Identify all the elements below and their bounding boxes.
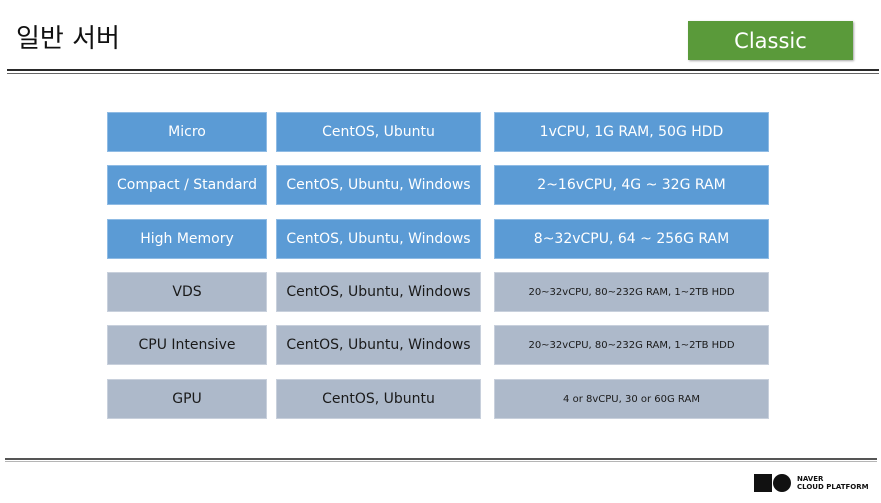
header-divider <box>7 69 879 71</box>
os-cell: CentOS, Ubuntu <box>276 112 481 152</box>
slide-title: 일반 서버 <box>16 24 120 54</box>
naver-logo-icon <box>754 473 791 492</box>
server-type-cell: High Memory <box>107 219 267 259</box>
server-type-cell: VDS <box>107 272 267 312</box>
server-type-cell: Micro <box>107 112 267 152</box>
os-cell: CentOS, Ubuntu, Windows <box>276 325 481 365</box>
logo-line-cloud-platform: CLOUD PLATFORM <box>797 482 869 491</box>
classic-badge: Classic <box>688 21 853 60</box>
os-cell: CentOS, Ubuntu, Windows <box>276 219 481 259</box>
logo-line-naver: NAVER <box>797 474 824 483</box>
spec-cell: 8~32vCPU, 64 ~ 256G RAM <box>494 219 769 259</box>
server-type-cell: Compact / Standard <box>107 165 267 205</box>
spec-cell: 4 or 8vCPU, 30 or 60G RAM <box>494 379 769 419</box>
header-divider-thin <box>7 73 879 74</box>
spec-cell: 20~32vCPU, 80~232G RAM, 1~2TB HDD <box>494 325 769 365</box>
naver-cloud-platform-logo: NAVER CLOUD PLATFORM <box>754 473 869 492</box>
spec-cell: 1vCPU, 1G RAM, 50G HDD <box>494 112 769 152</box>
logo-wordmark: NAVER CLOUD PLATFORM <box>797 475 869 491</box>
footer-divider <box>5 458 877 460</box>
spec-cell: 2~16vCPU, 4G ~ 32G RAM <box>494 165 769 205</box>
server-type-cell: CPU Intensive <box>107 325 267 365</box>
spec-cell: 20~32vCPU, 80~232G RAM, 1~2TB HDD <box>494 272 769 312</box>
server-type-cell: GPU <box>107 379 267 419</box>
footer-divider-thin <box>5 461 877 462</box>
os-cell: CentOS, Ubuntu, Windows <box>276 165 481 205</box>
os-cell: CentOS, Ubuntu, Windows <box>276 272 481 312</box>
os-cell: CentOS, Ubuntu <box>276 379 481 419</box>
